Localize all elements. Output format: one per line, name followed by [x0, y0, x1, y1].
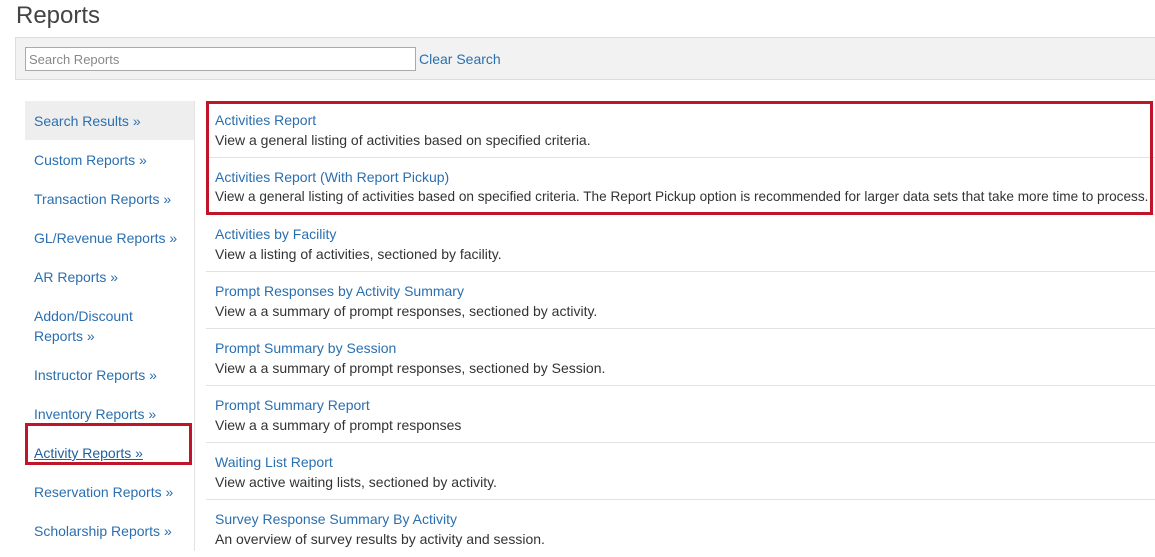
- report-row: Activities Report (With Report Pickup) V…: [206, 158, 1155, 215]
- report-link[interactable]: Survey Response Summary By Activity: [215, 510, 1146, 528]
- clear-search-link[interactable]: Clear Search: [419, 51, 501, 67]
- sidebar-item-instructor-reports[interactable]: Instructor Reports »: [25, 355, 194, 394]
- search-input[interactable]: [25, 47, 416, 71]
- report-link[interactable]: Activities by Facility: [215, 225, 1146, 243]
- sidebar-item-inventory-reports[interactable]: Inventory Reports »: [25, 394, 194, 433]
- report-list: Activities Report View a general listing…: [206, 101, 1155, 557]
- report-row: Prompt Summary Report View a a summary o…: [206, 386, 1155, 443]
- report-link[interactable]: Activities Report: [215, 111, 1146, 129]
- report-category-sidebar: Search Results » Custom Reports » Transa…: [25, 101, 195, 551]
- report-description: View active waiting lists, sectioned by …: [215, 474, 497, 490]
- report-link[interactable]: Prompt Responses by Activity Summary: [215, 282, 1146, 300]
- sidebar-item-search-results[interactable]: Search Results »: [25, 101, 194, 140]
- report-row: Prompt Responses by Activity Summary Vie…: [206, 272, 1155, 329]
- report-link[interactable]: Prompt Summary by Session: [215, 339, 1146, 357]
- search-bar: Clear Search: [15, 37, 1155, 80]
- report-row: Survey Response Summary By Activity An o…: [206, 500, 1155, 557]
- report-row: Activities by Facility View a listing of…: [206, 215, 1155, 272]
- sidebar-item-gl-revenue-reports[interactable]: GL/Revenue Reports »: [25, 218, 194, 257]
- report-description: View a a summary of prompt responses, se…: [215, 303, 598, 319]
- sidebar-item-custom-reports[interactable]: Custom Reports »: [25, 140, 194, 179]
- report-description: View a a summary of prompt responses: [215, 417, 462, 433]
- sidebar-item-transaction-reports[interactable]: Transaction Reports »: [25, 179, 194, 218]
- report-description: An overview of survey results by activit…: [215, 531, 545, 547]
- sidebar-item-scholarship-reports[interactable]: Scholarship Reports »: [25, 511, 194, 550]
- sidebar-item-reservation-reports[interactable]: Reservation Reports »: [25, 472, 194, 511]
- report-row: Activities Report View a general listing…: [206, 101, 1155, 158]
- report-row: Prompt Summary by Session View a a summa…: [206, 329, 1155, 386]
- report-link[interactable]: Prompt Summary Report: [215, 396, 1146, 414]
- sidebar-item-addon-discount-reports[interactable]: Addon/Discount Reports »: [25, 296, 163, 355]
- report-row: Waiting List Report View active waiting …: [206, 443, 1155, 500]
- report-description: View a a summary of prompt responses, se…: [215, 360, 606, 376]
- page-title: Reports: [16, 2, 101, 29]
- report-link[interactable]: Waiting List Report: [215, 453, 1146, 471]
- report-link[interactable]: Activities Report (With Report Pickup): [215, 168, 1146, 186]
- report-description: View a general listing of activities bas…: [215, 189, 1149, 204]
- report-description: View a general listing of activities bas…: [215, 132, 591, 148]
- sidebar-item-activity-reports[interactable]: Activity Reports »: [25, 433, 194, 472]
- sidebar-item-ar-reports[interactable]: AR Reports »: [25, 257, 194, 296]
- report-description: View a listing of activities, sectioned …: [215, 246, 502, 262]
